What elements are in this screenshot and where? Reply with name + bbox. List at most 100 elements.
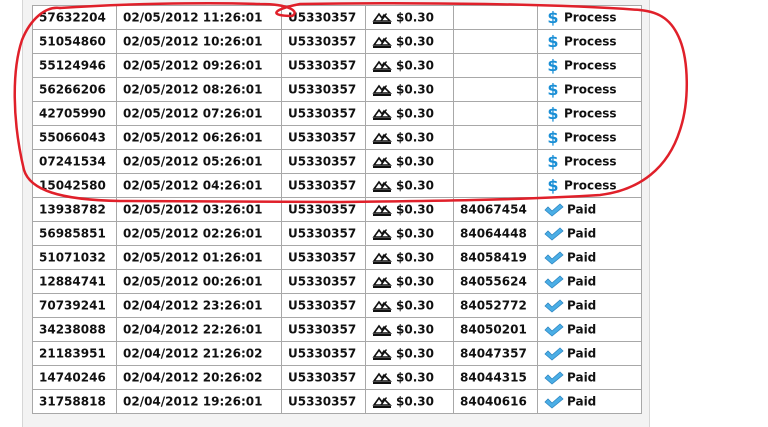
transaction-id-cell: 15042580 — [32, 173, 117, 198]
status-cell: Paid — [537, 341, 642, 366]
status-cell[interactable]: $ Process — [537, 101, 642, 126]
dollar-icon: $ — [547, 56, 559, 75]
status-label: Process — [564, 82, 617, 97]
amount-cell: $0.30 — [365, 53, 454, 78]
table-row: 51071032 02/05/2012 01:26:01 U5330357 $0.30… — [32, 245, 642, 270]
status-label: Paid — [567, 298, 597, 313]
status-cell[interactable]: $ Process — [537, 125, 642, 150]
status-cell: Paid — [537, 245, 642, 270]
payment-method-icon — [372, 324, 392, 336]
status-cell[interactable]: $ Process — [537, 5, 642, 30]
reference-cell: 84044315 — [453, 365, 538, 390]
datetime-cell: 02/04/2012 22:26:01 — [116, 317, 282, 342]
reference-cell — [453, 77, 538, 102]
reference-cell: 84050201 — [453, 317, 538, 342]
payment-method-icon — [372, 372, 392, 384]
user-id-cell: U5330357 — [281, 173, 366, 198]
status-cell[interactable]: $ Process — [537, 149, 642, 174]
status-cell: Paid — [537, 197, 642, 222]
transaction-id-cell: 57632204 — [32, 5, 117, 30]
reference-cell — [453, 125, 538, 150]
status-label: Paid — [567, 226, 597, 241]
datetime-cell: 02/05/2012 00:26:01 — [116, 269, 282, 294]
transaction-id-cell: 34238088 — [32, 317, 117, 342]
status-cell[interactable]: $ Process — [537, 53, 642, 78]
user-id-cell: U5330357 — [281, 5, 366, 30]
transaction-id-cell: 42705990 — [32, 101, 117, 126]
status-label: Paid — [567, 346, 597, 361]
amount-cell: $0.30 — [365, 29, 454, 54]
user-id-cell: U5330357 — [281, 341, 366, 366]
status-label: Process — [564, 34, 617, 49]
amount-cell: $0.30 — [365, 173, 454, 198]
table-row: 31758818 02/04/2012 19:26:01 U5330357 $0.30… — [32, 389, 642, 414]
status-label: Paid — [567, 370, 597, 385]
amount-cell: $0.30 — [365, 245, 454, 270]
payment-method-icon — [372, 348, 392, 360]
user-id-cell: U5330357 — [281, 245, 366, 270]
amount-cell: $0.30 — [365, 5, 454, 30]
datetime-cell: 02/05/2012 03:26:01 — [116, 197, 282, 222]
transaction-id-cell: 12884741 — [32, 269, 117, 294]
user-id-cell: U5330357 — [281, 53, 366, 78]
payment-method-icon — [372, 204, 392, 216]
dollar-icon: $ — [547, 104, 559, 123]
reference-cell: 84040616 — [453, 389, 538, 414]
table-row: 57632204 02/05/2012 11:26:01 U5330357 $0.30… — [32, 5, 642, 30]
status-cell: Paid — [537, 317, 642, 342]
transaction-id-cell: 07241534 — [32, 149, 117, 174]
table-row: 70739241 02/04/2012 23:26:01 U5330357 $0.30… — [32, 293, 642, 318]
status-label: Process — [564, 10, 617, 25]
payment-method-icon — [372, 228, 392, 240]
table-row: 42705990 02/05/2012 07:26:01 U5330357 $0.30… — [32, 101, 642, 126]
datetime-cell: 02/05/2012 10:26:01 — [116, 29, 282, 54]
reference-cell — [453, 173, 538, 198]
table-row: 55124946 02/05/2012 09:26:01 U5330357 $0.30… — [32, 53, 642, 78]
reference-cell: 84058419 — [453, 245, 538, 270]
transaction-id-cell: 55124946 — [32, 53, 117, 78]
transaction-id-cell: 70739241 — [32, 293, 117, 318]
payment-method-icon — [372, 300, 392, 312]
datetime-cell: 02/05/2012 07:26:01 — [116, 101, 282, 126]
transactions-table-body: 57632204 02/05/2012 11:26:01 U5330357 $0.30… — [32, 5, 642, 414]
status-cell[interactable]: $ Process — [537, 29, 642, 54]
dollar-icon: $ — [547, 80, 559, 99]
datetime-cell: 02/04/2012 20:26:02 — [116, 365, 282, 390]
amount-cell: $0.30 — [365, 389, 454, 414]
transaction-id-cell: 13938782 — [32, 197, 117, 222]
dollar-icon: $ — [547, 128, 559, 147]
reference-cell — [453, 29, 538, 54]
user-id-cell: U5330357 — [281, 125, 366, 150]
table-row: 34238088 02/04/2012 22:26:01 U5330357 $0.30… — [32, 317, 642, 342]
table-row: 07241534 02/05/2012 05:26:01 U5330357 $0.30… — [32, 149, 642, 174]
checkmark-icon — [544, 371, 564, 385]
amount-cell: $0.30 — [365, 125, 454, 150]
checkmark-icon — [544, 395, 564, 409]
reference-cell — [453, 5, 538, 30]
checkmark-icon — [544, 227, 564, 241]
amount-cell: $0.30 — [365, 341, 454, 366]
transactions-table: 57632204 02/05/2012 11:26:01 U5330357 $0.30… — [32, 5, 642, 414]
checkmark-icon — [544, 347, 564, 361]
table-row: 12884741 02/05/2012 00:26:01 U5330357 $0.30… — [32, 269, 642, 294]
user-id-cell: U5330357 — [281, 293, 366, 318]
user-id-cell: U5330357 — [281, 149, 366, 174]
payment-method-icon — [372, 252, 392, 264]
table-row: 56266206 02/05/2012 08:26:01 U5330357 $0.30… — [32, 77, 642, 102]
checkmark-icon — [544, 299, 564, 313]
status-cell[interactable]: $ Process — [537, 173, 642, 198]
amount-cell: $0.30 — [365, 149, 454, 174]
transaction-id-cell: 51071032 — [32, 245, 117, 270]
checkmark-icon — [544, 323, 564, 337]
user-id-cell: U5330357 — [281, 77, 366, 102]
amount-cell: $0.30 — [365, 77, 454, 102]
status-label: Process — [564, 106, 617, 121]
payment-method-icon — [372, 12, 392, 24]
status-label: Paid — [567, 322, 597, 337]
dollar-icon: $ — [547, 32, 559, 51]
payment-method-icon — [372, 396, 392, 408]
reference-cell — [453, 149, 538, 174]
status-cell[interactable]: $ Process — [537, 77, 642, 102]
amount-cell: $0.30 — [365, 221, 454, 246]
checkmark-icon — [544, 275, 564, 289]
